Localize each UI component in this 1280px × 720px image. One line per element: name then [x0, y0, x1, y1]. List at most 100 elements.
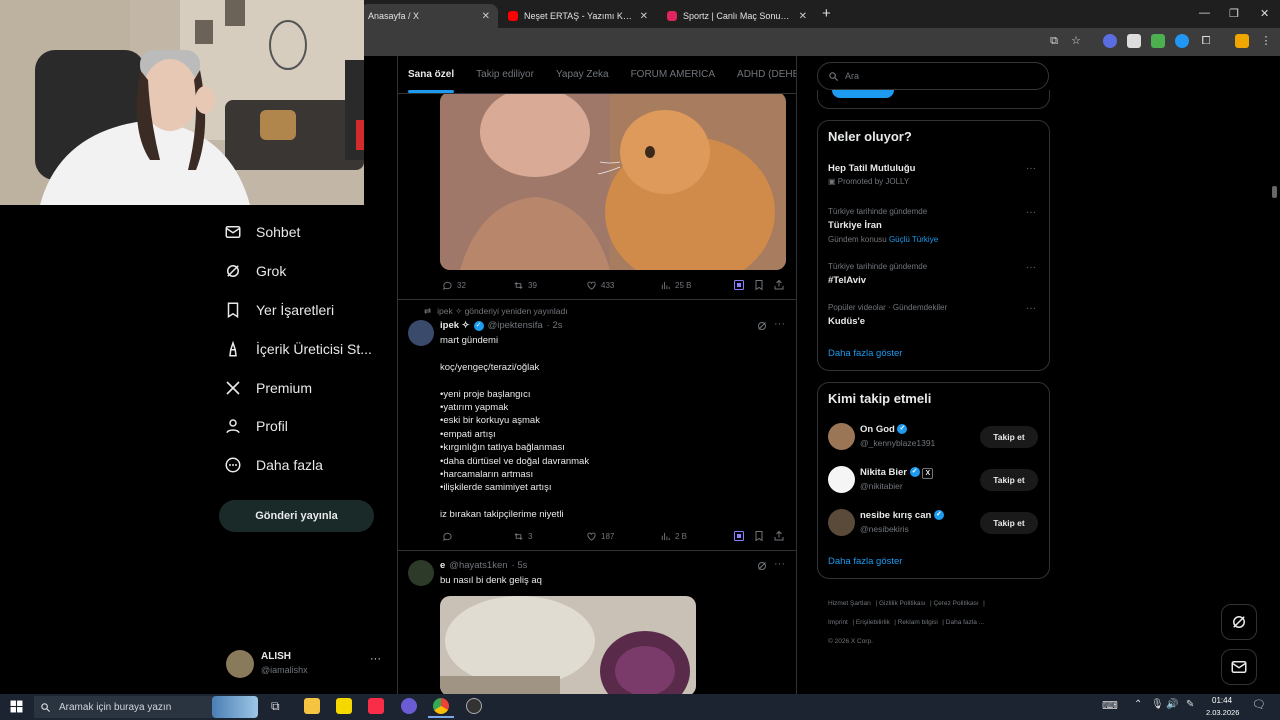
repost-button[interactable]: 39	[513, 280, 537, 291]
share-icon[interactable]	[773, 279, 785, 291]
minimize-button[interactable]: —	[1199, 7, 1210, 19]
post-button[interactable]: Gönderi yayınla	[219, 500, 374, 532]
kebab-menu-icon[interactable]: ⋮	[1259, 34, 1273, 48]
more-options-icon[interactable]: ···	[1026, 163, 1036, 174]
trend-topic-link[interactable]: Güçlü Türkiye	[889, 235, 938, 244]
install-app-icon[interactable]: ⧉	[1047, 34, 1061, 48]
microphone-icon[interactable]: 🎙	[1151, 699, 1164, 710]
tab-ai[interactable]: Yapay Zeka	[556, 69, 609, 80]
grok-analyze-icon[interactable]	[733, 530, 745, 542]
like-button[interactable]: 187	[586, 531, 614, 542]
reply-button[interactable]: 32	[442, 280, 466, 291]
tab-adhd[interactable]: ADHD (DEHB)	[737, 69, 796, 80]
tweet-time[interactable]: · 5s	[512, 560, 528, 571]
nav-bookmarks[interactable]: Yer İşaretleri	[224, 295, 334, 325]
scrollbar-thumb[interactable]	[1272, 186, 1277, 198]
nav-profile[interactable]: Profil	[224, 411, 288, 441]
like-button[interactable]: 433	[586, 280, 614, 291]
tweet-media-image[interactable]	[440, 596, 696, 694]
restore-button[interactable]: ❐	[1229, 7, 1239, 20]
bookmark-icon[interactable]	[753, 279, 765, 291]
avatar[interactable]	[408, 560, 434, 586]
tweet-time[interactable]: · 2s	[547, 320, 563, 331]
author-handle[interactable]: @ipektensifa	[488, 320, 543, 331]
views-button[interactable]: 25 B	[660, 280, 691, 291]
extension-icon[interactable]	[1175, 34, 1189, 48]
trend-item[interactable]: Türkiye tarihinde gündemde Türkiye İran …	[828, 207, 1040, 244]
account-menu-icon[interactable]: ···	[370, 653, 381, 665]
follow-suggestion[interactable]: nesibe kırış can ✓ @nesibekiris Takip et	[828, 509, 1040, 539]
account-switcher[interactable]: ALISH @iamalishx ···	[226, 648, 386, 680]
trend-item[interactable]: Popüler videolar · Gündemdekiler Kudüs'e	[828, 303, 1040, 327]
volume-icon[interactable]: 🔊	[1166, 699, 1178, 710]
pen-icon[interactable]: ✎	[1186, 699, 1194, 710]
trend-item[interactable]: Hep Tatil Mutluluğu ▣ Promoted by JOLLY	[828, 163, 1040, 186]
follow-button[interactable]: Takip et	[980, 426, 1038, 448]
follow-show-more[interactable]: Daha fazla göster	[828, 556, 902, 567]
more-options-icon[interactable]: ···	[1026, 303, 1036, 314]
author-handle[interactable]: @hayats1ken	[449, 560, 507, 571]
share-icon[interactable]	[773, 530, 785, 542]
tweet-media-image[interactable]	[440, 92, 786, 270]
grok-icon[interactable]	[756, 320, 768, 332]
tab-close-icon[interactable]: ✕	[482, 11, 490, 22]
tab-sportz[interactable]: Sportz | Canlı Maç Sonuçları ve ✕	[659, 4, 815, 28]
tab-forum-america[interactable]: FORUM AMERICA	[631, 69, 715, 80]
footer-link-ads-info[interactable]: Reklam bilgisi	[898, 619, 938, 626]
keyboard-icon[interactable]: ⌨	[1102, 699, 1118, 712]
music-app-icon[interactable]	[368, 698, 384, 714]
follow-button[interactable]: Takip et	[980, 469, 1038, 491]
tab-neset-ertas[interactable]: Neşet ERTAŞ - Yazımı Kışa Çevirdin ✕	[500, 4, 656, 28]
new-tab-button[interactable]: +	[822, 5, 831, 22]
file-explorer-icon[interactable]	[304, 698, 320, 714]
tab-home[interactable]: Anasayfa / X ✕	[360, 4, 498, 28]
search-box[interactable]: Ara	[817, 62, 1049, 90]
app-icon[interactable]	[401, 698, 417, 714]
footer-link-imprint[interactable]: Imprint	[828, 619, 848, 626]
footer-link-terms[interactable]: Hizmet Şartları	[828, 600, 871, 607]
grok-icon[interactable]	[756, 560, 768, 572]
avatar[interactable]	[408, 320, 434, 346]
nav-creator-studio[interactable]: İçerik Üreticisi St...	[224, 334, 372, 364]
sticky-notes-icon[interactable]	[336, 698, 352, 714]
tab-following[interactable]: Takip ediliyor	[476, 69, 534, 80]
chrome-icon[interactable]	[433, 698, 449, 714]
trends-show-more[interactable]: Daha fazla göster	[828, 348, 902, 359]
repost-button[interactable]: 3	[513, 531, 532, 542]
reply-button[interactable]	[442, 531, 457, 542]
star-icon[interactable]: ☆	[1069, 34, 1083, 48]
author-name[interactable]: e	[440, 560, 445, 571]
nav-grok[interactable]: Grok	[224, 256, 286, 286]
notifications-icon[interactable]: 🗨	[1252, 698, 1266, 711]
extension-icon[interactable]	[1151, 34, 1165, 48]
grok-analyze-icon[interactable]	[733, 279, 745, 291]
tab-for-you[interactable]: Sana özel	[408, 69, 455, 93]
profile-avatar-icon[interactable]	[1235, 34, 1249, 48]
nav-chat[interactable]: Sohbet	[224, 217, 300, 247]
tab-close-icon[interactable]: ✕	[640, 11, 648, 22]
follow-suggestion[interactable]: Nikita Bier ✓ X @nikitabier Takip et	[828, 466, 1040, 496]
footer-link-cookies[interactable]: Çerez Politikası	[933, 600, 978, 607]
nav-more[interactable]: Daha fazla	[224, 450, 323, 480]
search-input[interactable]: Ara	[845, 71, 859, 81]
more-options-icon[interactable]: ···	[774, 558, 785, 570]
clock-time[interactable]: 01:44	[1212, 696, 1232, 705]
clock-date[interactable]: 2.03.2026	[1206, 708, 1239, 717]
subscribe-button[interactable]	[832, 90, 894, 98]
follow-button[interactable]: Takip et	[980, 512, 1038, 534]
grok-fab-button[interactable]	[1221, 604, 1257, 640]
more-options-icon[interactable]: ···	[1026, 262, 1036, 273]
windows-start-icon[interactable]	[10, 700, 23, 713]
extension-icon[interactable]	[1127, 34, 1141, 48]
views-button[interactable]: 2 B	[660, 531, 687, 542]
taskbar-search-input[interactable]: Aramak için buraya yazın	[59, 702, 171, 713]
chevron-up-icon[interactable]: ⌃	[1134, 699, 1142, 710]
task-view-icon[interactable]: ⧉	[271, 699, 280, 714]
trend-item[interactable]: Türkiye tarihinde gündemde #TelAviv	[828, 262, 1040, 286]
more-options-icon[interactable]: ···	[1026, 207, 1036, 218]
author-name[interactable]: ipek ✧	[440, 320, 470, 331]
extension-icon[interactable]	[1103, 34, 1117, 48]
follow-suggestion[interactable]: On God ✓ @_kennyblaze1391 Takip et	[828, 423, 1040, 453]
more-options-icon[interactable]: ···	[774, 318, 785, 330]
footer-link-accessibility[interactable]: Erişilebilirlik	[856, 619, 890, 626]
